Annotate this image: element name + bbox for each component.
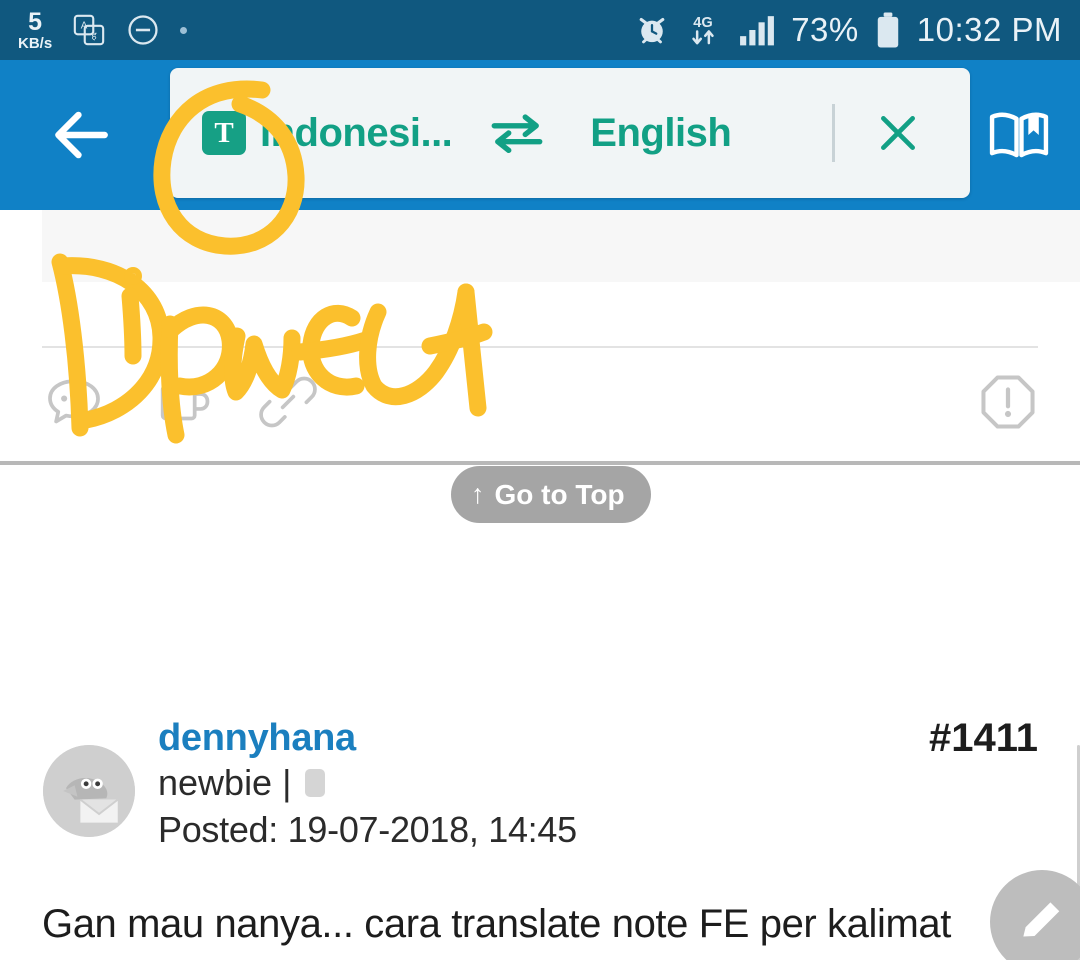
post-body: Gan mau nanya... cara translate note FE … bbox=[42, 902, 951, 960]
quote-reply-button[interactable] bbox=[42, 370, 106, 434]
default-avatar-icon bbox=[43, 745, 135, 837]
network-speed-value: 5 bbox=[28, 7, 43, 36]
up-arrow-icon: ↑ bbox=[471, 479, 485, 509]
post-number[interactable]: #1411 bbox=[929, 716, 1038, 761]
compose-post-button[interactable] bbox=[990, 870, 1080, 960]
battery-percent-label: 73% bbox=[791, 11, 859, 48]
close-translate-button[interactable] bbox=[868, 110, 928, 156]
do-not-disturb-icon bbox=[126, 13, 160, 47]
dictionary-button[interactable] bbox=[964, 60, 1074, 210]
clock-label: 10:32 PM bbox=[916, 11, 1062, 48]
status-bar-right: 4G 73% 10:32 PM bbox=[635, 11, 1062, 49]
network-speed-unit: KB/s bbox=[18, 34, 53, 52]
speech-bubble-icon bbox=[48, 379, 100, 424]
back-button[interactable] bbox=[0, 60, 160, 210]
chain-link-icon bbox=[259, 376, 317, 428]
previous-post-body-placeholder bbox=[42, 210, 1080, 282]
thread-content[interactable]: ↑ Go to Top dennyhana newbie | Posted: 1… bbox=[0, 210, 1080, 960]
previous-post-action-row[interactable] bbox=[0, 370, 1080, 440]
network-speed-indicator: 5 KB/s bbox=[18, 7, 53, 52]
post-author-link[interactable]: dennyhana bbox=[158, 716, 858, 760]
open-book-icon bbox=[989, 112, 1049, 158]
dot-indicator-icon bbox=[180, 26, 188, 34]
source-language-label: Indonesi... bbox=[260, 110, 453, 155]
status-bar: 5 KB/s A ह 4G 73% 10:32 PM bbox=[0, 0, 1080, 60]
translate-toolbar: T Indonesi... English bbox=[170, 68, 970, 198]
svg-text:ह: ह bbox=[92, 31, 98, 42]
report-post-button[interactable] bbox=[976, 370, 1040, 434]
previous-post-divider bbox=[42, 346, 1038, 348]
svg-text:4G: 4G bbox=[693, 15, 713, 31]
swap-arrows-icon bbox=[491, 114, 543, 154]
avatar[interactable] bbox=[43, 745, 135, 837]
toolbar-divider bbox=[832, 104, 835, 162]
signal-bars-icon bbox=[737, 13, 777, 47]
close-icon bbox=[881, 116, 915, 150]
rank-label: newbie | bbox=[158, 762, 292, 804]
back-arrow-icon bbox=[55, 111, 108, 159]
battery-icon bbox=[873, 11, 903, 49]
go-to-top-button[interactable]: ↑ Go to Top bbox=[451, 466, 651, 523]
coffee-mug-icon bbox=[160, 384, 210, 421]
post-meta: dennyhana newbie | Posted: 19-07-2018, 1… bbox=[158, 716, 858, 854]
swap-languages-button[interactable] bbox=[482, 109, 552, 157]
report-octagon-icon bbox=[981, 375, 1035, 429]
network-type-icon: 4G bbox=[683, 11, 723, 49]
translate-icon: A ह bbox=[72, 13, 106, 47]
translate-t-badge-icon[interactable]: T bbox=[202, 111, 246, 155]
post-separator bbox=[0, 461, 1080, 465]
pencil-icon bbox=[1023, 902, 1060, 937]
rank-badge-icon bbox=[305, 769, 326, 798]
status-bar-left: 5 KB/s A ह bbox=[18, 7, 188, 52]
source-language-button[interactable]: T Indonesi... bbox=[202, 110, 453, 156]
go-to-top-label: Go to Top bbox=[494, 478, 625, 510]
post-author-rank: newbie | bbox=[158, 760, 858, 807]
alarm-icon bbox=[635, 13, 669, 47]
phone-screen: 5 KB/s A ह 4G 73% 10:32 PM T Indonesi...… bbox=[0, 0, 1080, 960]
target-language-label[interactable]: English bbox=[590, 111, 731, 156]
post-timestamp: Posted: 19-07-2018, 14:45 bbox=[158, 808, 577, 850]
give-cendol-button[interactable] bbox=[152, 370, 216, 434]
copy-permalink-button[interactable] bbox=[256, 370, 320, 434]
